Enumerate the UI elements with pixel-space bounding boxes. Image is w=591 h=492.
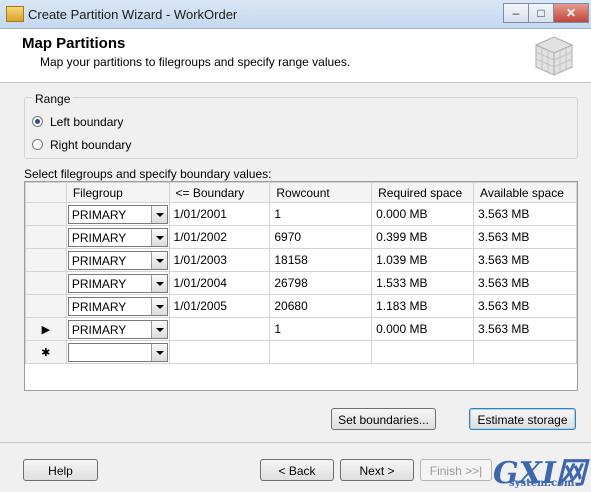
dropdown-arrow-icon[interactable] [150,274,167,292]
table-row[interactable]: PRIMARY 1/01/2005 20680 1.183 MB 3.563 M… [25,294,577,318]
set-boundaries-button[interactable]: Set boundaries... [331,408,436,430]
rowcount-cell: 1 [269,202,373,226]
dropdown-arrow-icon[interactable] [150,228,167,246]
boundary-cell[interactable]: 1/01/2004 [168,271,271,295]
rowcount-cell: 26798 [269,271,373,295]
table-row[interactable]: PRIMARY 1/01/2003 18158 1.039 MB 3.563 M… [25,248,577,272]
current-row-marker-icon[interactable]: ▶ [25,317,67,341]
filegroup-value: PRIMARY [71,276,127,291]
dropdown-arrow-icon[interactable] [150,205,167,223]
dropdown-arrow-icon[interactable] [150,297,167,315]
left-boundary-label[interactable]: Left boundary [50,115,123,129]
rowcount-cell: 18158 [269,248,373,272]
filegroup-value: PRIMARY [71,207,127,222]
filegroup-dropdown[interactable] [67,342,168,362]
required-space-cell: 0.000 MB [371,202,475,226]
watermark-domain: system.com [509,478,575,489]
finish-button[interactable]: Finish >>| [420,459,492,481]
title-bar: Create Partition Wizard - WorkOrder ‒ □ … [0,0,591,29]
filegroup-dropdown[interactable]: PRIMARY [67,273,168,293]
required-space-cell: 0.399 MB [371,225,475,249]
filegroup-value: PRIMARY [71,230,127,245]
grid-caption: Select filegroups and specify boundary v… [24,167,272,181]
available-space-cell: 3.563 MB [473,271,577,295]
right-boundary-label[interactable]: Right boundary [50,138,131,152]
table-row-new[interactable]: ✱ [25,340,577,364]
dropdown-arrow-icon[interactable] [150,251,167,269]
window-title: Create Partition Wizard - WorkOrder [28,7,238,22]
maximize-button[interactable]: □ [528,3,554,23]
help-button[interactable]: Help [23,459,98,481]
filegroup-dropdown[interactable]: PRIMARY [67,227,168,247]
boundary-cell[interactable] [168,340,271,364]
col-header-rowcount[interactable]: Rowcount [269,182,373,203]
rowcount-cell: 1 [269,317,373,341]
grid-header-row: Filegroup <= Boundary Rowcount Required … [25,182,577,203]
boundary-cell[interactable]: 1/01/2002 [168,225,271,249]
dropdown-arrow-icon[interactable] [150,343,167,361]
back-button[interactable]: < Back [260,459,334,481]
close-button[interactable]: ✕ [553,3,589,23]
row-marker[interactable] [25,271,67,295]
table-row-current[interactable]: ▶ PRIMARY 1 0.000 MB 3.563 MB [25,317,577,341]
rowcount-cell: 6970 [269,225,373,249]
filegroup-dropdown[interactable]: PRIMARY [67,296,168,316]
minimize-button[interactable]: ‒ [503,3,529,23]
boundary-cell[interactable]: 1/01/2005 [168,294,271,318]
app-icon [6,6,24,22]
col-header-filegroup[interactable]: Filegroup [65,182,170,203]
available-space-cell [473,340,577,364]
range-group-label: Range [32,92,74,106]
next-button[interactable]: Next > [340,459,414,481]
dropdown-arrow-icon[interactable] [150,320,167,338]
available-space-cell: 3.563 MB [473,248,577,272]
required-space-cell [371,340,475,364]
partition-grid[interactable]: Filegroup <= Boundary Rowcount Required … [24,181,578,391]
filegroup-value: PRIMARY [71,253,127,268]
col-header-required-space[interactable]: Required space [371,182,475,203]
available-space-cell: 3.563 MB [473,294,577,318]
filegroup-value: PRIMARY [71,322,127,337]
table-row[interactable]: PRIMARY 1/01/2001 1 0.000 MB 3.563 MB [25,202,577,226]
page-subtitle: Map your partitions to filegroups and sp… [40,55,351,69]
filegroup-dropdown[interactable]: PRIMARY [67,204,168,224]
col-header-rowmarker [25,182,67,203]
page-title: Map Partitions [22,35,126,52]
footer-separator [0,442,591,443]
filegroup-value: PRIMARY [71,299,127,314]
row-marker[interactable] [25,248,67,272]
new-row-marker-icon[interactable]: ✱ [25,340,67,364]
filegroup-dropdown[interactable]: PRIMARY [67,250,168,270]
rowcount-cell: 20680 [269,294,373,318]
col-header-available-space[interactable]: Available space [473,182,577,203]
rowcount-cell [269,340,373,364]
row-marker[interactable] [25,294,67,318]
required-space-cell: 1.039 MB [371,248,475,272]
filegroup-dropdown[interactable]: PRIMARY [67,319,168,339]
available-space-cell: 3.563 MB [473,202,577,226]
right-boundary-radio[interactable] [32,139,43,150]
boundary-cell[interactable]: 1/01/2003 [168,248,271,272]
required-space-cell: 1.183 MB [371,294,475,318]
required-space-cell: 1.533 MB [371,271,475,295]
col-header-boundary[interactable]: <= Boundary [168,182,271,203]
table-row[interactable]: PRIMARY 1/01/2002 6970 0.399 MB 3.563 MB [25,225,577,249]
required-space-cell: 0.000 MB [371,317,475,341]
boundary-cell[interactable]: 1/01/2001 [168,202,271,226]
available-space-cell: 3.563 MB [473,317,577,341]
row-marker[interactable] [25,202,67,226]
watermark-logo: GXI网 system.com [493,452,589,491]
row-marker[interactable] [25,225,67,249]
boundary-cell[interactable] [168,317,271,341]
estimate-storage-button[interactable]: Estimate storage [469,408,576,430]
left-boundary-radio[interactable] [32,116,43,127]
wizard-header: Map Partitions Map your partitions to fi… [0,29,591,83]
available-space-cell: 3.563 MB [473,225,577,249]
table-row[interactable]: PRIMARY 1/01/2004 26798 1.533 MB 3.563 M… [25,271,577,295]
grid-cube-icon [535,36,573,76]
